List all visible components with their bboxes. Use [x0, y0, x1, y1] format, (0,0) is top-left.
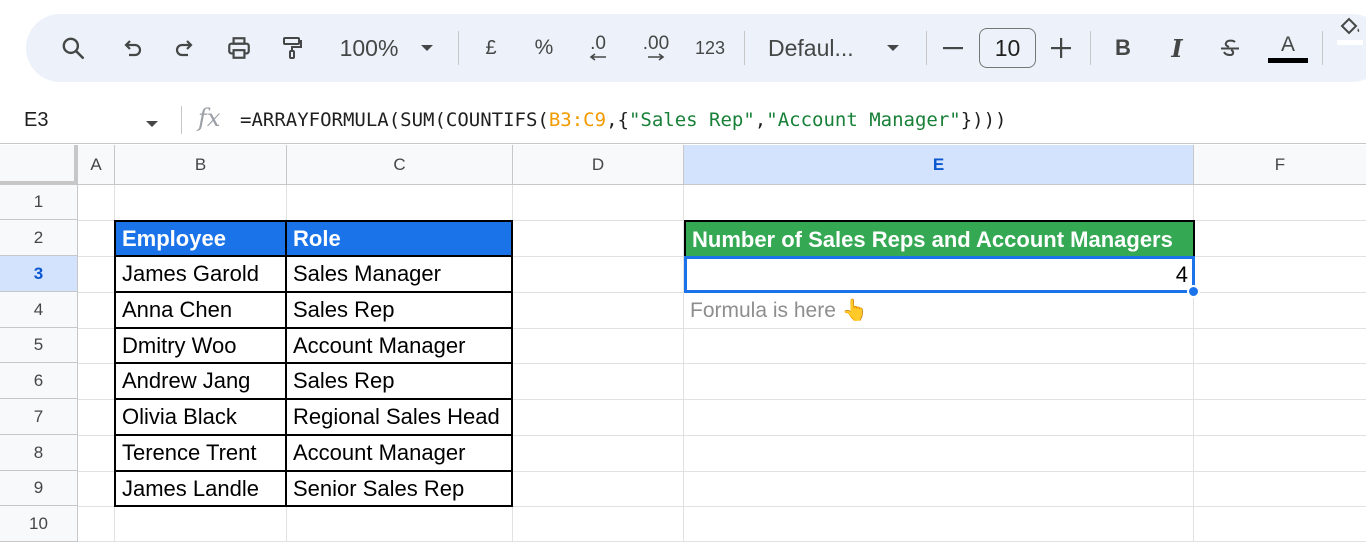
table-cell-role[interactable]: Sales Rep: [287, 293, 513, 329]
row-header-9[interactable]: 9: [0, 471, 78, 506]
column-header-f[interactable]: F: [1194, 145, 1366, 185]
table-cell-employee[interactable]: Anna Chen: [114, 293, 287, 329]
table-cell-employee[interactable]: Andrew Jang: [114, 364, 287, 400]
redo-icon[interactable]: [169, 14, 201, 82]
font-select[interactable]: Defaul...: [768, 14, 868, 82]
column-header-b[interactable]: B: [115, 145, 287, 185]
paint-format-icon[interactable]: [276, 14, 308, 82]
table-header-employee[interactable]: Employee: [114, 220, 287, 257]
formula-note-cell[interactable]: Formula is here 👆: [684, 293, 1184, 329]
chevron-down-icon[interactable]: [414, 14, 440, 82]
table-cell-employee[interactable]: Olivia Black: [114, 400, 287, 436]
bold-label: B: [1115, 35, 1131, 60]
row-header-8[interactable]: 8: [0, 435, 78, 471]
formula-text-start: =ARRAYFORMULA(SUM(COUNTIFS(: [240, 109, 549, 131]
italic-label: I: [1171, 33, 1183, 63]
percent-button[interactable]: %: [529, 14, 559, 82]
formula-text-mid: ,{: [606, 109, 629, 131]
formula-input[interactable]: =ARRAYFORMULA(SUM(COUNTIFS(B3:C9 ,{"Sales…: [240, 96, 1006, 144]
formula-bar: E3 fx =ARRAYFORMULA(SUM(COUNTIFS(B3:C9 ,{…: [0, 96, 1366, 144]
formula-string-2: "Account Manager": [766, 109, 961, 131]
column-header-e[interactable]: E: [684, 145, 1194, 185]
row-header-10[interactable]: 10: [0, 506, 78, 542]
fill-color-icon[interactable]: [1337, 14, 1363, 82]
table-cell-role[interactable]: Account Manager: [287, 436, 513, 472]
table-cell-employee[interactable]: James Landle: [114, 472, 287, 507]
formula-bar-divider: [181, 106, 182, 134]
table-cell-employee[interactable]: Terence Trent: [114, 436, 287, 472]
undo-icon[interactable]: [116, 14, 148, 82]
font-size-input[interactable]: 10: [979, 28, 1036, 68]
search-icon[interactable]: [56, 14, 90, 82]
row-header-7[interactable]: 7: [0, 399, 78, 435]
row-header-1[interactable]: 1: [0, 185, 78, 220]
text-color-label: A: [1280, 32, 1295, 56]
toolbar-divider: [926, 31, 927, 65]
zoom-value: 100%: [339, 34, 399, 61]
currency-button[interactable]: £: [476, 14, 506, 82]
formula-range-ref: B3:C9: [548, 109, 607, 131]
number-format-label: 123: [694, 37, 726, 58]
column-header-d[interactable]: D: [513, 145, 684, 185]
font-size-value: 10: [994, 34, 1021, 61]
increase-decimal-label: .00: [642, 33, 670, 54]
arrow-right-icon: [648, 53, 665, 61]
font-label: Defaul...: [768, 34, 854, 61]
table-cell-role[interactable]: Senior Sales Rep: [287, 472, 513, 507]
fx-icon: fx: [198, 104, 221, 132]
name-box[interactable]: E3: [24, 96, 48, 144]
result-header-cell[interactable]: Number of Sales Reps and Account Manager…: [684, 220, 1195, 257]
number-format-button[interactable]: 123: [690, 14, 730, 82]
spreadsheet-grid: A B C D E F 1 2 3 4 5 6 7 8 9 10 Employe…: [0, 145, 1366, 542]
row-header-3[interactable]: 3: [0, 256, 78, 292]
print-icon[interactable]: [222, 14, 256, 82]
row-header-5[interactable]: 5: [0, 328, 78, 363]
select-all-corner[interactable]: [0, 145, 78, 185]
row-header-6[interactable]: 6: [0, 363, 78, 399]
formula-text-end: }))): [960, 109, 1007, 131]
fill-handle[interactable]: [1187, 285, 1200, 298]
percent-label: %: [534, 36, 554, 59]
toolbar-divider: [744, 31, 745, 65]
table-header-role[interactable]: Role: [287, 220, 513, 257]
formula-comma: ,: [754, 109, 767, 131]
table-cell-employee[interactable]: James Garold: [114, 257, 287, 293]
currency-label: £: [485, 36, 497, 59]
toolbar-divider: [458, 31, 459, 65]
minus-icon[interactable]: [940, 14, 966, 82]
plus-icon[interactable]: [1048, 14, 1074, 82]
zoom-select[interactable]: 100%: [334, 14, 404, 82]
result-value-cell[interactable]: 4: [684, 256, 1195, 293]
bold-button[interactable]: B: [1108, 14, 1138, 82]
table-cell-role[interactable]: Sales Rep: [287, 364, 513, 400]
decrease-decimal-button[interactable]: .0: [578, 14, 618, 82]
formula-string-1: "Sales Rep": [628, 109, 755, 131]
decrease-decimal-label: .0: [590, 33, 606, 54]
increase-decimal-button[interactable]: .00: [634, 14, 678, 82]
toolbar: 100% £ % .0 .00 123 Defaul... 10 B I A: [26, 14, 1366, 82]
row-header-4[interactable]: 4: [0, 292, 78, 328]
toolbar-area: 100% £ % .0 .00 123 Defaul... 10 B I A: [0, 0, 1366, 96]
fill-color-swatch: [1337, 40, 1363, 45]
row-header-2[interactable]: 2: [0, 220, 78, 256]
chevron-down-icon[interactable]: [882, 14, 904, 82]
table-cell-role[interactable]: Regional Sales Head: [287, 400, 513, 436]
text-color-swatch: [1268, 57, 1308, 63]
column-header-c[interactable]: C: [287, 145, 513, 185]
column-header-a[interactable]: A: [78, 145, 115, 185]
strikethrough-icon[interactable]: [1214, 14, 1246, 82]
table-cell-employee[interactable]: Dmitry Woo: [114, 329, 287, 364]
arrow-left-icon: [589, 53, 606, 61]
toolbar-divider: [1090, 31, 1091, 65]
text-color-button[interactable]: A: [1266, 14, 1310, 82]
italic-button[interactable]: I: [1162, 14, 1192, 82]
table-cell-role[interactable]: Account Manager: [287, 329, 513, 364]
chevron-down-icon[interactable]: [145, 115, 159, 133]
toolbar-divider: [1322, 31, 1323, 65]
table-cell-role[interactable]: Sales Manager: [287, 257, 513, 293]
